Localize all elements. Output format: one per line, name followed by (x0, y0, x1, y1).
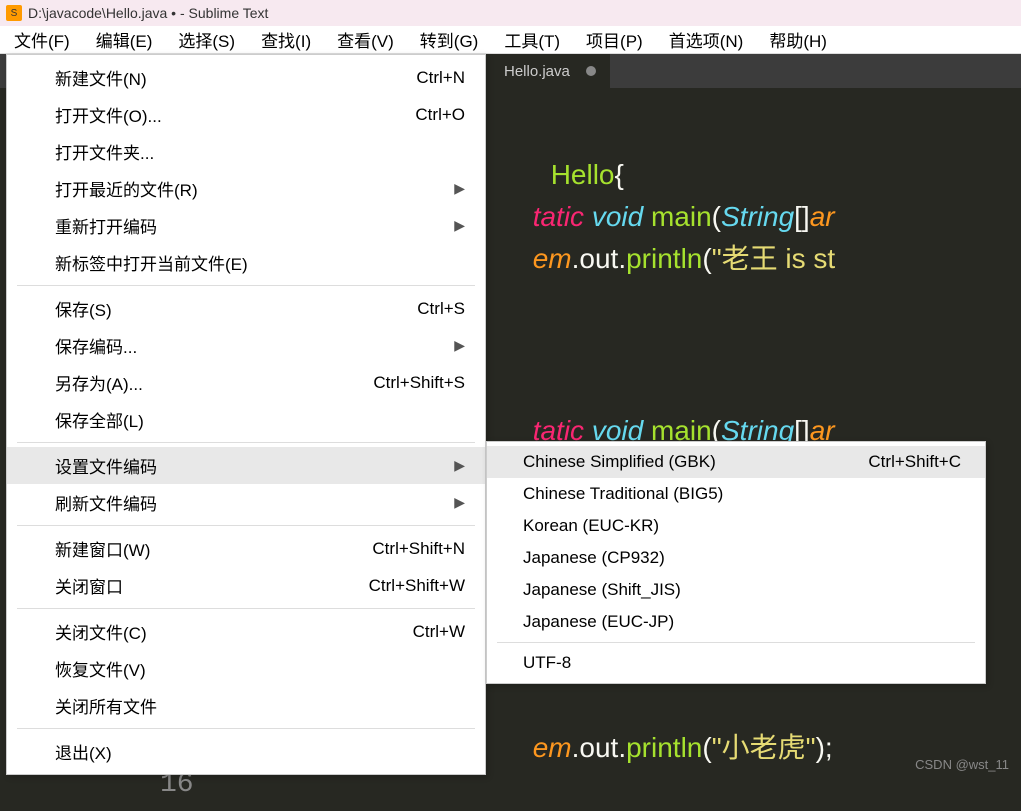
submenu-item[interactable]: Japanese (EUC-JP) (487, 606, 985, 638)
menu-item-label: 保存全部(L) (55, 407, 144, 432)
menu-item[interactable]: 退出(X) (7, 733, 485, 770)
file-menu-dropdown: 新建文件(N) Ctrl+N 打开文件(O)... Ctrl+O 打开文件夹... 打开最… (6, 54, 486, 775)
token: ); (816, 732, 833, 763)
menu-item-label: 重新打开编码 (55, 213, 157, 238)
menu-shortcut: Ctrl+S (417, 299, 465, 319)
menu-help[interactable]: 帮助(H) (769, 27, 827, 52)
submenu-item[interactable]: Chinese Simplified (GBK) Ctrl+Shift+C (487, 446, 985, 478)
menu-shortcut: Ctrl+W (413, 622, 465, 642)
app-icon: S (6, 5, 22, 21)
menu-edit[interactable]: 编辑(E) (96, 27, 153, 52)
menu-select[interactable]: 选择(S) (178, 27, 235, 52)
menu-item[interactable]: 刷新文件编码 ▶ (7, 484, 485, 521)
menu-item-label: 保存(S) (55, 296, 112, 321)
menu-item[interactable]: 保存(S) Ctrl+S (7, 290, 485, 327)
menu-preferences[interactable]: 首选项(N) (669, 27, 744, 52)
menu-item-label: 新标签中打开当前文件(E) (55, 250, 248, 275)
menu-shortcut: Ctrl+O (415, 105, 465, 125)
menu-item[interactable]: 恢复文件(V) (7, 650, 485, 687)
title-bar: S D:\javacode\Hello.java • - Sublime Tex… (0, 0, 1021, 26)
token: ( (702, 732, 711, 763)
menu-item[interactable]: 新建文件(N) Ctrl+N (7, 59, 485, 96)
token: "小老虎" (712, 732, 816, 763)
menu-item-label: 刷新文件编码 (55, 490, 157, 515)
menu-item-label: 关闭所有文件 (55, 693, 157, 718)
token: em (533, 732, 572, 763)
menu-item[interactable]: 保存全部(L) (7, 401, 485, 438)
submenu-item-label: Chinese Simplified (GBK) (523, 452, 716, 472)
submenu-item[interactable]: Japanese (Shift_JIS) (487, 574, 985, 606)
menu-item[interactable]: 打开文件(O)... Ctrl+O (7, 96, 485, 133)
token: . (618, 732, 626, 763)
menu-goto[interactable]: 转到(G) (420, 27, 479, 52)
menu-shortcut: Ctrl+N (416, 68, 465, 88)
submenu-item-label: Korean (EUC-KR) (523, 516, 659, 536)
chevron-right-icon: ▶ (454, 494, 465, 511)
token: println (626, 243, 702, 274)
token: println (626, 732, 702, 763)
menu-item[interactable]: 新标签中打开当前文件(E) (7, 244, 485, 281)
code-editor[interactable]: Hello{ tatic void main(String[]ar em.out… (486, 88, 553, 466)
menu-item[interactable]: 打开最近的文件(R) ▶ (7, 170, 485, 207)
chevron-right-icon: ▶ (454, 217, 465, 234)
chevron-right-icon: ▶ (454, 337, 465, 354)
chevron-right-icon: ▶ (454, 457, 465, 474)
token: ( (702, 243, 711, 274)
menu-item[interactable]: 重新打开编码 ▶ (7, 207, 485, 244)
menu-shortcut: Ctrl+Shift+S (373, 373, 465, 393)
chevron-right-icon: ▶ (454, 180, 465, 197)
menu-item-label: 另存为(A)... (55, 370, 143, 395)
menu-item[interactable]: 打开文件夹... (7, 133, 485, 170)
menu-item[interactable]: 保存编码... ▶ (7, 327, 485, 364)
menu-item[interactable]: 另存为(A)... Ctrl+Shift+S (7, 364, 485, 401)
menu-file[interactable]: 文件(F) (14, 27, 70, 52)
menu-item-label: 退出(X) (55, 739, 112, 764)
tab-hello-java[interactable]: Hello.java (486, 54, 610, 88)
submenu-item-label: Japanese (CP932) (523, 548, 665, 568)
tab-label: Hello.java (504, 63, 570, 80)
token: "老王 is st (712, 243, 836, 274)
submenu-item-label: UTF-8 (523, 653, 571, 673)
token: . (618, 243, 626, 274)
submenu-item[interactable]: Japanese (CP932) (487, 542, 985, 574)
menu-item-label: 关闭窗口 (55, 573, 123, 598)
menu-item-label: 打开最近的文件(R) (55, 176, 198, 201)
menu-item-label: 恢复文件(V) (55, 656, 146, 681)
menu-item-label: 新建窗口(W) (55, 536, 150, 561)
menu-item-label: 打开文件(O)... (55, 102, 162, 127)
submenu-item[interactable]: Korean (EUC-KR) (487, 510, 985, 542)
menu-item[interactable]: 关闭窗口 Ctrl+Shift+W (7, 567, 485, 604)
menu-item-label: 设置文件编码 (55, 453, 157, 478)
watermark: CSDN @wst_11 (915, 757, 1009, 772)
menu-shortcut: Ctrl+Shift+W (369, 576, 465, 596)
menu-view[interactable]: 查看(V) (337, 27, 394, 52)
menu-shortcut: Ctrl+Shift+C (868, 452, 961, 472)
menu-item-label: 关闭文件(C) (55, 619, 147, 644)
menu-item-label: 新建文件(N) (55, 65, 147, 90)
menu-item-label: 打开文件夹... (55, 139, 154, 164)
submenu-item-label: Chinese Traditional (BIG5) (523, 484, 723, 504)
submenu-item-label: Japanese (Shift_JIS) (523, 580, 681, 600)
submenu-item[interactable]: UTF-8 (487, 647, 985, 679)
token: em (533, 243, 572, 274)
menu-bar: 文件(F) 编辑(E) 选择(S) 查找(I) 查看(V) 转到(G) 工具(T… (0, 26, 1021, 54)
menu-item[interactable]: 关闭所有文件 (7, 687, 485, 724)
menu-find[interactable]: 查找(I) (261, 27, 311, 52)
token: out (579, 732, 618, 763)
window-title: D:\javacode\Hello.java • - Sublime Text (28, 5, 268, 21)
menu-project[interactable]: 项目(P) (586, 27, 643, 52)
token: out (579, 243, 618, 274)
menu-shortcut: Ctrl+Shift+N (372, 539, 465, 559)
modified-dot-icon (586, 66, 596, 76)
menu-item[interactable]: 设置文件编码 ▶ (7, 447, 485, 484)
menu-item-label: 保存编码... (55, 333, 137, 358)
submenu-item[interactable]: Chinese Traditional (BIG5) (487, 478, 985, 510)
menu-item[interactable]: 关闭文件(C) Ctrl+W (7, 613, 485, 650)
menu-tools[interactable]: 工具(T) (504, 27, 560, 52)
encoding-submenu: Chinese Simplified (GBK)Ctrl+Shift+CChin… (486, 441, 986, 684)
menu-item[interactable]: 新建窗口(W) Ctrl+Shift+N (7, 530, 485, 567)
submenu-item-label: Japanese (EUC-JP) (523, 612, 674, 632)
